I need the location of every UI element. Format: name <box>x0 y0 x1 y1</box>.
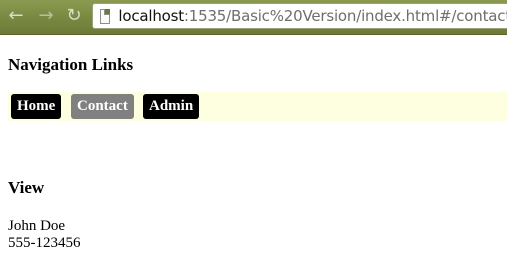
contact-name: John Doe <box>8 218 66 234</box>
url-host: localhost <box>118 7 184 25</box>
url-text[interactable]: localhost:1535/Basic%20Version/index.htm… <box>118 7 507 25</box>
contact-phone: 555-123456 <box>8 235 81 251</box>
admin-link[interactable]: Admin <box>143 94 200 119</box>
reload-icon[interactable]: ↻ <box>63 5 85 27</box>
address-bar[interactable]: localhost:1535/Basic%20Version/index.htm… <box>92 3 507 29</box>
navigation-links-heading: Navigation Links <box>8 55 134 74</box>
page-icon <box>100 8 111 24</box>
contact-link[interactable]: Contact <box>71 94 134 119</box>
home-link[interactable]: Home <box>11 94 62 119</box>
back-arrow-icon[interactable]: ← <box>5 5 27 27</box>
forward-arrow-icon[interactable]: → <box>35 5 57 27</box>
url-path: :1535/Basic%20Version/index.html#/contac… <box>183 7 507 25</box>
navigation-links-bar: Home Contact Admin <box>8 92 507 121</box>
view-heading: View <box>8 178 45 197</box>
browser-toolbar: ← → ↻ localhost:1535/Basic%20Version/ind… <box>0 0 507 35</box>
